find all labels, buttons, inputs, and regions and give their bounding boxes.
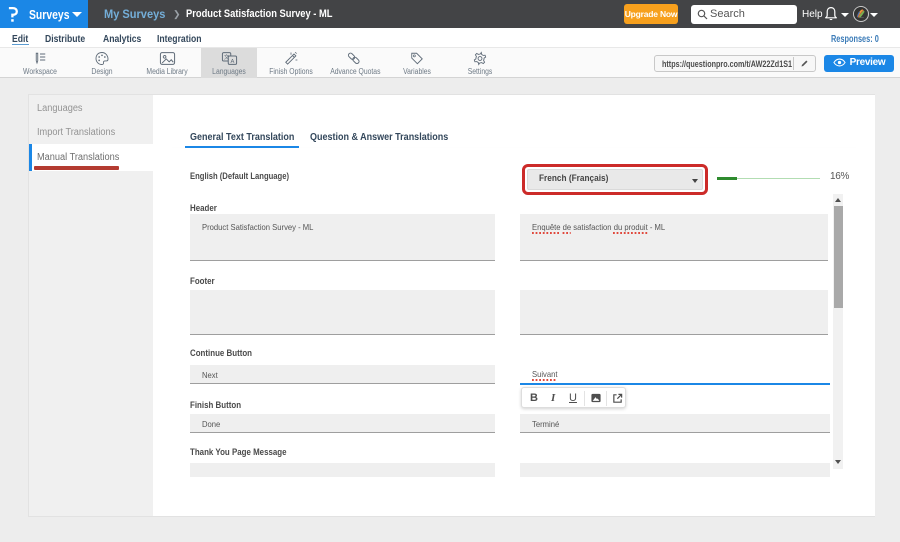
- svg-text:文: 文: [223, 53, 229, 61]
- svg-text:A: A: [230, 59, 234, 65]
